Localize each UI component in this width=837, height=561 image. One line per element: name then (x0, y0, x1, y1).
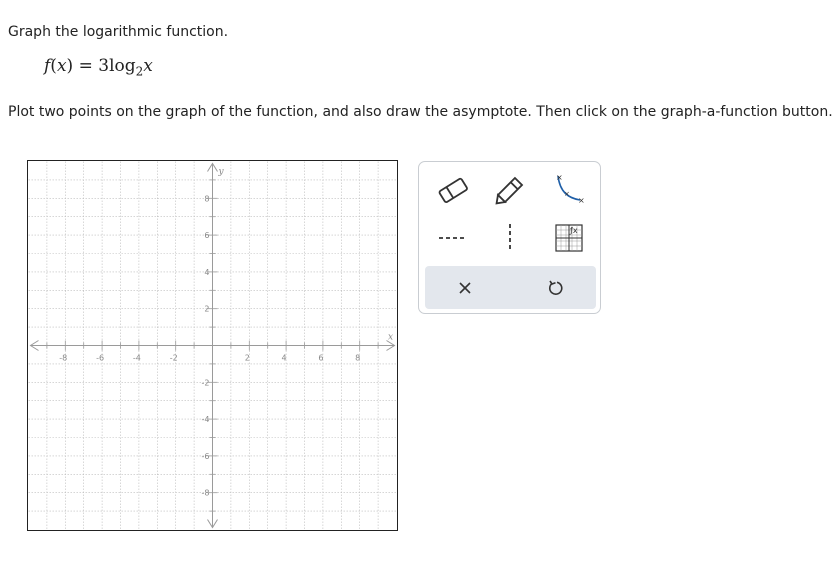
graph-canvas[interactable]: -8 -6 -4 -2 2 4 6 8 8 6 4 2 -2 -4 -6 -8 x y (27, 160, 398, 531)
x-tick-label: -2 (170, 354, 178, 363)
instructions-text: Plot two points on the graph of the func… (8, 104, 833, 120)
y-tick-label: 6 (204, 231, 209, 240)
eraser-tool[interactable] (431, 172, 475, 208)
close-icon (459, 282, 471, 294)
y-tick-label: -4 (202, 415, 210, 424)
svg-text:ƒx: ƒx (569, 226, 578, 235)
x-tick-label: -4 (133, 354, 141, 363)
y-tick-label: -6 (202, 452, 210, 461)
action-bar (425, 266, 596, 309)
x-tick-label: 2 (245, 354, 250, 363)
svg-text:×: × (564, 190, 570, 198)
graph-function-icon: ƒx (555, 224, 583, 252)
horizontal-dashed-line-icon (439, 237, 467, 239)
y-tick-label: -2 (202, 378, 210, 387)
x-tick-label: -6 (96, 354, 104, 363)
y-tick-label: -8 (202, 489, 210, 498)
y-tick-label: 8 (204, 194, 209, 203)
function-name: f (44, 56, 51, 76)
y-tick-label: 4 (204, 268, 209, 277)
clear-button[interactable] (445, 272, 485, 304)
eraser-icon (438, 177, 468, 203)
horizontal-asymptote-tool[interactable] (431, 220, 475, 256)
x-axis-label: x (388, 333, 393, 343)
question-title: Graph the logarithmic function. (8, 24, 229, 40)
vertical-asymptote-tool[interactable] (488, 220, 532, 256)
x-tick-label: -8 (59, 354, 67, 363)
x-tick-label: 6 (318, 354, 323, 363)
log-argument: x (143, 56, 153, 76)
vertical-dashed-line-icon (509, 224, 511, 252)
svg-text:×: × (578, 196, 585, 205)
curve-icon: × × × (556, 173, 585, 205)
undo-icon (549, 280, 563, 295)
graph-a-function-tool[interactable]: ƒx (547, 220, 591, 256)
function-formula: f(x) = 3log2x (44, 56, 153, 79)
equals-sign: = (78, 56, 93, 76)
pencil-icon (495, 176, 524, 205)
svg-text:×: × (556, 173, 563, 182)
y-axis-label: y (218, 167, 225, 177)
x-tick-label: 8 (355, 354, 360, 363)
function-coefficient: 3 (98, 56, 110, 76)
log-word: log (109, 56, 136, 76)
logarithmic-curve-tool[interactable]: × × × (544, 170, 588, 206)
pencil-tool[interactable] (488, 172, 532, 208)
function-variable: x (56, 56, 67, 76)
graph-toolbox: × × × ƒx (418, 161, 601, 314)
y-tick-label: 2 (204, 305, 209, 314)
x-tick-label: 4 (282, 354, 287, 363)
undo-button[interactable] (535, 272, 575, 304)
